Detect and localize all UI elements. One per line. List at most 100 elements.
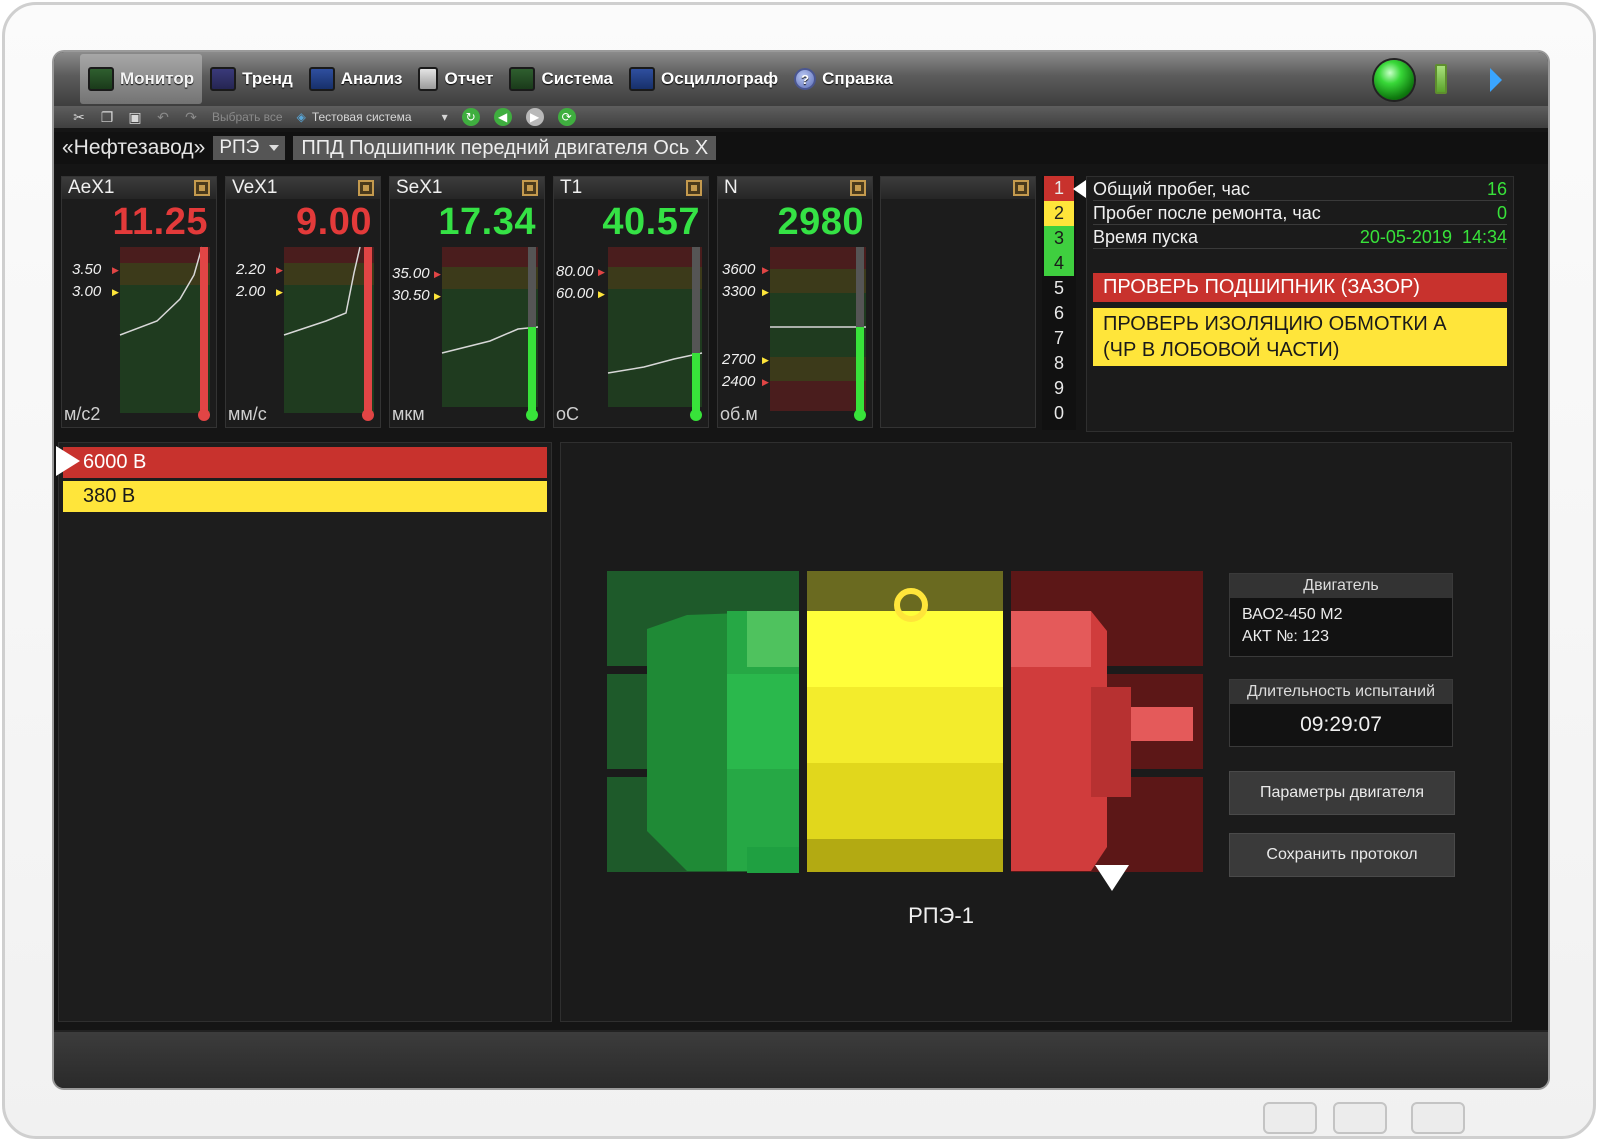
hardware-button-3[interactable] [1411,1102,1465,1134]
card-header: T1 [554,177,708,199]
motor-diagram[interactable] [607,571,1207,891]
group-8[interactable]: 8 [1044,351,1074,376]
channel-value: 2980 [777,201,864,243]
monitor-icon [88,67,114,91]
threshold-high: 2.20 [236,261,266,278]
channel-select-icon[interactable] [194,180,210,196]
group-1[interactable]: 1 [1044,176,1074,201]
chevron-down-icon: ▾ [441,110,448,124]
channel-card-vex1[interactable]: VeX1 9.00 2.20 2.00 ▶ ▶ мм/с [225,176,381,428]
threshold-low: 3.00 [72,283,102,300]
threshold-marker-icon: ▶ [762,355,769,365]
channel-select-icon[interactable] [522,180,538,196]
channel-name: T1 [560,177,583,198]
threshold-low-1: 2700 [722,351,756,368]
menu-analysis[interactable]: Анализ [301,54,411,104]
threshold-low: 30.50 [392,287,430,304]
cut-icon[interactable]: ✂ [72,110,86,124]
group-3[interactable]: 3 [1044,226,1074,251]
selected-group-marker-icon [1073,180,1086,198]
toolbar: ✂ ❐ ▣ ↶ ↷ Выбрать все ◈ Тестовая система… [54,106,1548,128]
sync-icon[interactable]: ⟳ [557,108,576,126]
channel-select-icon[interactable] [686,180,702,196]
engine-act: АКТ №: 123 [1242,628,1329,645]
menu-report-label: Отчет [444,69,494,88]
paste-icon[interactable]: ▣ [128,110,142,124]
menu-report[interactable]: Отчет [410,54,501,104]
group-4[interactable]: 4 [1044,251,1074,276]
app-window: Монитор Тренд Анализ Отчет Система Осцил… [54,52,1548,1088]
channel-unit: мкм [392,404,425,424]
group-0[interactable]: 0 [1044,401,1074,426]
voltage-item-380[interactable]: 380 В [63,481,547,512]
info-row-runtime-after-repair: Пробег после ремонта, час 0 [1093,201,1507,225]
group-6[interactable]: 6 [1044,301,1074,326]
menu-help[interactable]: ? Справка [786,54,901,104]
channel-value: 40.57 [602,201,700,243]
battery-icon [1435,64,1447,94]
info-value: 0 [1496,203,1507,223]
alarm-message-yellow[interactable]: ПРОВЕРЬ ИЗОЛЯЦИЮ ОБМОТКИ А (ЧР В ЛОБОВОЙ… [1093,308,1507,366]
group-2[interactable]: 2 [1044,201,1074,226]
analysis-icon [308,67,335,91]
menu-system[interactable]: Система [501,54,621,104]
measurement-point[interactable]: ППД Подшипник передний двигателя Ось X [293,136,717,160]
channel-card-sex1[interactable]: SeX1 17.34 35.00 30.50 ▶ ▶ мкм [389,176,545,428]
redo-icon[interactable]: ↷ [184,110,198,124]
refresh-icon[interactable]: ↻ [461,108,480,126]
alarm-message-red[interactable]: ПРОВЕРЬ ПОДШИПНИК (ЗАЗОР) [1093,273,1507,302]
group-9[interactable]: 9 [1044,376,1074,401]
save-protocol-button[interactable]: Сохранить протокол [1229,833,1455,877]
back-icon[interactable]: ◀ [493,108,512,126]
threshold-low-2: 2400 [722,373,756,390]
menu-trend[interactable]: Тренд [202,54,301,104]
channel-unit: об.м [720,404,758,424]
threshold-high-2: 3600 [722,261,756,278]
threshold-low: 2.00 [236,283,266,300]
breadcrumb-plant[interactable]: «Нефтезавод» [62,136,205,160]
connection-status-icon [1374,60,1414,100]
menu-monitor[interactable]: Монитор [80,54,203,104]
voltage-item-6000[interactable]: 6000 В [63,447,547,478]
info-value: 16 [1486,179,1507,199]
threshold-low-marker-icon: ▶ [276,287,283,297]
card-header: AeX1 [62,177,216,199]
engine-params-button[interactable]: Параметры двигателя [1229,771,1455,815]
channel-select-icon[interactable] [850,180,866,196]
help-icon: ? [794,68,817,90]
hardware-button-2[interactable] [1333,1102,1387,1134]
unit-select[interactable]: РПЭ [213,136,286,160]
unit-select-value: РПЭ [219,137,260,158]
info-panel: Общий пробег, час 16 Пробег после ремонт… [1086,176,1514,432]
channel-value: 17.34 [438,201,536,243]
menu-oscilloscope[interactable]: Осциллограф [621,54,786,104]
channel-card-empty[interactable] [880,176,1036,428]
menu-help-label: Справка [822,69,893,88]
threshold-low-marker-icon: ▶ [598,289,605,299]
channel-name: SeX1 [396,177,443,198]
system-select[interactable]: ◈ Тестовая система ▾ [297,110,448,124]
group-7[interactable]: 7 [1044,326,1074,351]
card-header: SeX1 [390,177,544,199]
channel-card-aex1[interactable]: AeX1 11.25 3.50 3.00 ▶ ▶ м/с2 [61,176,217,428]
undo-icon[interactable]: ↶ [156,110,170,124]
channel-card-n[interactable]: N 2980 3600 3300 2700 2400 ▶ ▶ ▶ ▶ об.м [717,176,873,428]
system-icon [509,67,536,91]
next-arrow-icon[interactable] [1490,68,1502,92]
channel-card-t1[interactable]: T1 40.57 80.00 60.00 ▶ ▶ оС [553,176,709,428]
test-duration-box: Длительность испытаний 09:29:07 [1229,679,1453,747]
group-5[interactable]: 5 [1044,276,1074,301]
copy-icon[interactable]: ❐ [100,110,114,124]
channel-select-icon[interactable] [1013,180,1029,196]
info-row-start-time: Время пуска 20-05-2019 14:34 [1093,225,1507,249]
menu-trend-label: Тренд [242,69,293,88]
motor-marker-icon [1095,865,1129,891]
channel-unit: мм/с [228,404,267,424]
channel-select-icon[interactable] [358,180,374,196]
motor-panel: РПЭ-1 Двигатель ВАО2-450 М2 АКТ №: 123 Д… [560,442,1512,1022]
hardware-button-1[interactable] [1263,1102,1317,1134]
forward-icon[interactable]: ▶ [525,108,544,126]
select-all-button[interactable]: Выбрать все [212,110,283,124]
alarm-line-2: (ЧР В ЛОБОВОЙ ЧАСТИ) [1103,339,1340,361]
system-select-label: Тестовая система [311,110,412,124]
